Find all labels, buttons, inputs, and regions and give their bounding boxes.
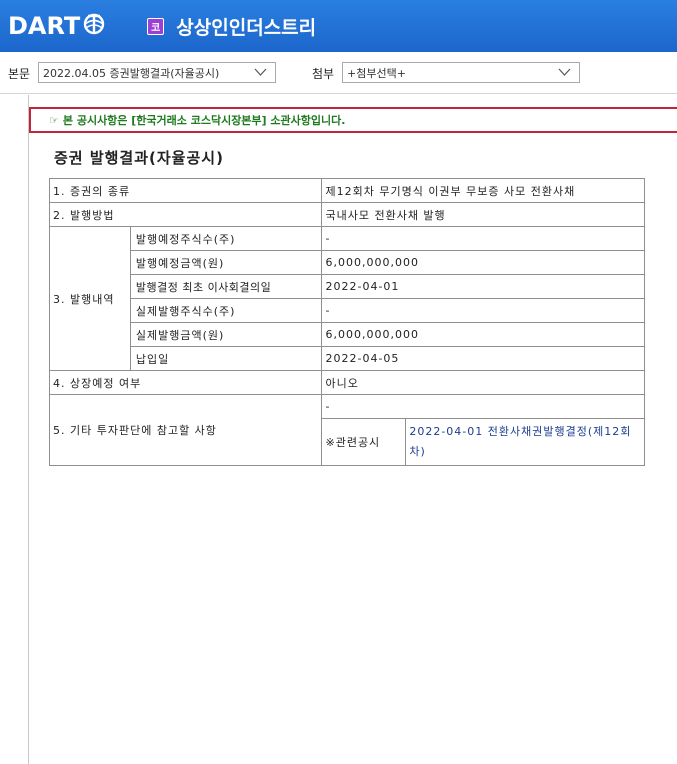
- row-value: 아니오: [321, 370, 645, 395]
- related-disclosure-link[interactable]: 2022-04-01 전환사채권발행결정(제12회차): [405, 418, 645, 466]
- market-badge: 코: [147, 17, 165, 35]
- sub-value: -: [321, 226, 645, 251]
- table-row: 실제발행주식수(주) -: [50, 298, 645, 323]
- pointing-hand-icon: ☞: [49, 113, 59, 127]
- company-name: 상상인인더스트리: [176, 16, 317, 39]
- table-row: 발행예정금액(원) 6,000,000,000: [50, 250, 645, 275]
- row-value: -: [321, 394, 645, 419]
- row-label: 1. 증권의 종류: [48, 178, 323, 203]
- row-label-group: 3. 발행내역: [49, 226, 131, 371]
- sub-value: 6,000,000,000: [321, 250, 645, 275]
- sub-label: 납입일: [129, 346, 323, 371]
- row-value: 제12회차 무기명식 이권부 무보증 사모 전환사채: [321, 178, 645, 203]
- row-value: 국내사모 전환사채 발행: [321, 202, 645, 227]
- sub-label: 발행예정주식수(주): [129, 226, 323, 251]
- attach-select-value: +첨부선택+: [347, 66, 406, 80]
- row-label: 2. 발행방법: [48, 202, 323, 227]
- row-label: 4. 상장예정 여부: [48, 370, 323, 395]
- chevron-down-icon: [558, 68, 571, 76]
- table-row: 발행결정 최초 이사회결의일 2022-04-01: [50, 274, 645, 299]
- sub-value: -: [321, 298, 645, 323]
- table-row: 5. 기타 투자판단에 참고할 사항 -: [48, 394, 645, 466]
- attach-select[interactable]: +첨부선택+: [342, 62, 580, 83]
- sub-label: 발행결정 최초 이사회결의일: [129, 274, 323, 299]
- sub-label: 실제발행금액(원): [129, 322, 323, 347]
- company-title: 코 상상인인더스트리: [147, 13, 316, 40]
- attach-label: 첨부: [312, 67, 335, 81]
- jurisdiction-notice: ☞ 본 공시사항은 [한국거래소 코스닥시장본부] 소관사항입니다.: [29, 107, 677, 133]
- main-doc-label: 본문: [8, 67, 31, 81]
- toolbar: 본문 2022.04.05 증권발행결과(자율공시) 첨부 +첨부선택+: [0, 52, 677, 94]
- table-row: 납입일 2022-04-05: [50, 346, 645, 371]
- sub-value: 2022-04-01: [321, 274, 645, 299]
- table-row: 1. 증권의 종류 제12회차 무기명식 이권부 무보증 사모 전환사채: [48, 178, 645, 203]
- logo-text: DART: [8, 12, 81, 40]
- main-doc-select[interactable]: 2022.04.05 증권발행결과(자율공시): [38, 62, 276, 83]
- row-label: 5. 기타 투자판단에 참고할 사항: [48, 394, 323, 466]
- table-row: 실제발행금액(원) 6,000,000,000: [50, 322, 645, 347]
- main-doc-select-value: 2022.04.05 증권발행결과(자율공시): [43, 66, 220, 80]
- globe-icon: [84, 13, 105, 35]
- table-row: 3. 발행내역 발행예정주식수(주) -: [49, 226, 645, 371]
- dart-logo[interactable]: DART: [8, 12, 107, 40]
- disclosure-table: 1. 증권의 종류 제12회차 무기명식 이권부 무보증 사모 전환사채 2. …: [48, 178, 645, 466]
- table-row: 2. 발행방법 국내사모 전환사채 발행: [48, 202, 645, 227]
- document-title: 증권 발행결과(자율공시): [54, 149, 224, 167]
- notice-text: 본 공시사항은 [한국거래소 코스닥시장본부] 소관사항입니다.: [62, 114, 346, 127]
- sub-value: 6,000,000,000: [321, 322, 645, 347]
- sub-label: 발행예정금액(원): [129, 250, 323, 275]
- sub-value: 2022-04-05: [321, 346, 645, 371]
- app-header: DART 코 상상인인더스트리: [0, 0, 677, 52]
- table-row: 4. 상장예정 여부 아니오: [48, 370, 645, 395]
- related-label: ※관련공시: [321, 418, 407, 466]
- sub-label: 실제발행주식수(주): [129, 298, 323, 323]
- chevron-down-icon: [254, 68, 267, 76]
